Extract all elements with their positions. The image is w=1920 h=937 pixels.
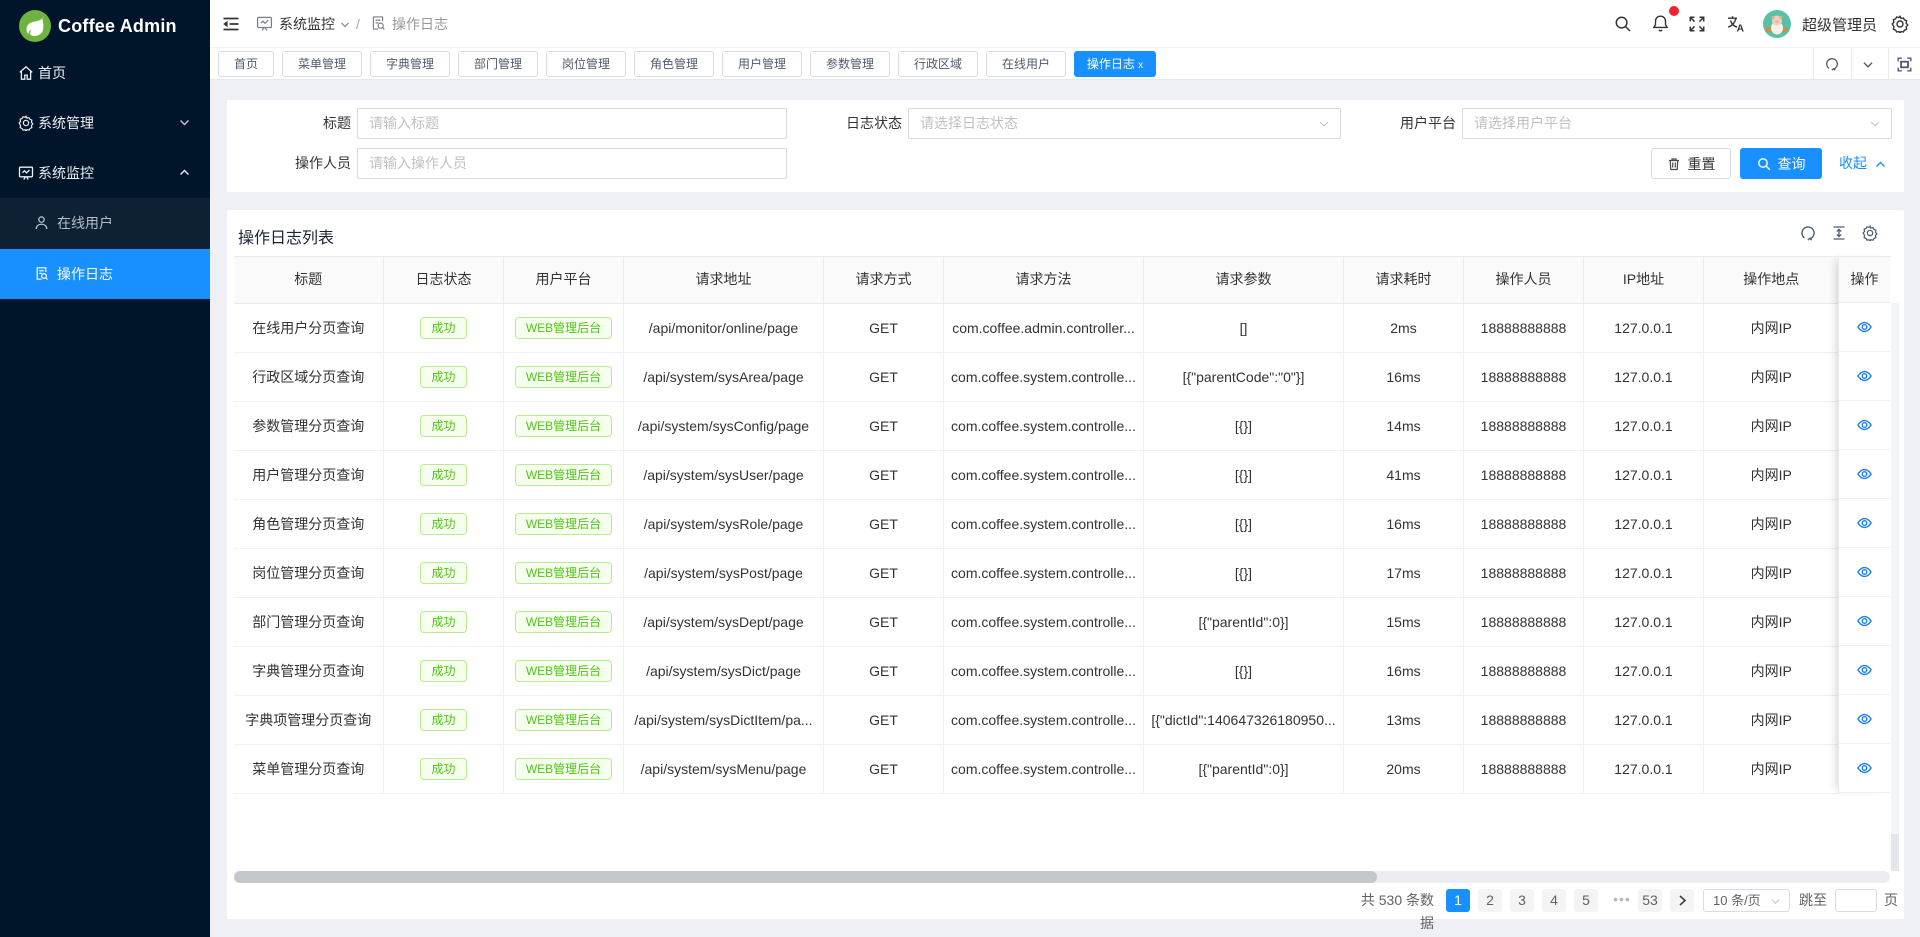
svg-text:A: A xyxy=(1737,23,1745,35)
